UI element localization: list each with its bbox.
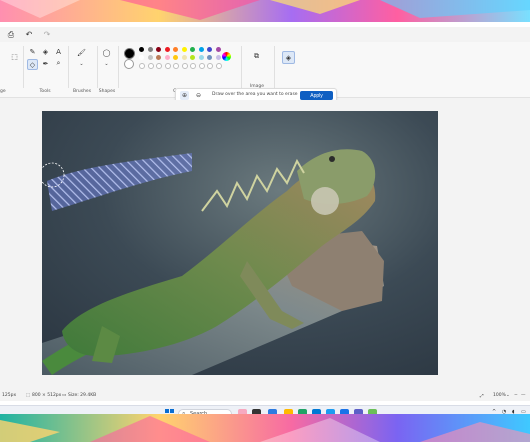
fill-icon[interactable]: ◈ <box>41 47 50 56</box>
pencil-icon[interactable]: ✎ <box>28 47 37 56</box>
apply-button[interactable]: Apply <box>300 91 333 100</box>
color-swatch[interactable] <box>215 63 222 69</box>
color-swatch[interactable] <box>190 55 195 60</box>
cursor-position: 125px <box>2 393 17 398</box>
layers-icon[interactable]: ◈ <box>282 51 295 64</box>
color-swatch[interactable] <box>215 47 221 52</box>
select-icon[interactable]: ⬚ <box>10 52 19 61</box>
status-bar: 125px ⬚ 800 × 512px ▭ Size: 29.4KB ⤢ 100… <box>0 390 530 401</box>
image-dimensions: 800 × 512px <box>32 393 62 398</box>
erase-add-icon[interactable]: ⊕ <box>180 91 189 100</box>
brush-icon[interactable]: 🖌 <box>77 48 86 57</box>
ribbon-group-brushes-label: Brushes <box>72 89 92 94</box>
ribbon-group-image-creator: ⧉ Image Creator <box>242 44 272 94</box>
color-swatch[interactable] <box>207 47 212 52</box>
paint-window: ⎙ ↶ ↷ ⬚ ge ✎ ◈ A ◇ ✒ ⌕ Tools 🖌 ⌄ Brushes <box>0 27 530 401</box>
zoom-out-icon[interactable]: − <box>514 393 518 398</box>
chevron-down-icon[interactable]: ⌄ <box>102 59 111 68</box>
color-swatch[interactable] <box>156 55 161 60</box>
ribbon-group-brushes: 🖌 ⌄ Brushes <box>69 44 95 95</box>
color-swatch[interactable] <box>173 47 178 52</box>
shapes-icon[interactable]: ◯ <box>102 48 111 57</box>
desktop-wallpaper-bottom <box>0 414 530 442</box>
color-swatch[interactable] <box>147 55 153 60</box>
canvas-area[interactable] <box>0 100 530 390</box>
color-swatch[interactable] <box>207 63 213 69</box>
zoom-slider[interactable]: — <box>521 393 526 398</box>
color-swatch[interactable] <box>164 55 170 60</box>
file-size: Size: 29.4KB <box>68 393 97 398</box>
ribbon-group-tools: ✎ ◈ A ◇ ✒ ⌕ Tools <box>24 44 66 94</box>
color-swatch[interactable] <box>164 63 171 69</box>
ribbon-group-shapes-label: Shapes <box>98 89 116 94</box>
wallpaper-art <box>0 416 530 442</box>
title-bar: ⎙ ↶ ↷ <box>0 27 530 42</box>
magnifier-icon[interactable]: ⌕ <box>54 59 63 68</box>
selection-icon: ⬚ <box>26 393 31 398</box>
ribbon-group-layers: ◈ Layers <box>276 44 300 94</box>
save-icon[interactable]: ⎙ <box>4 28 18 42</box>
color-swatch[interactable] <box>181 63 188 69</box>
erase-subtract-icon[interactable]: ⊖ <box>194 91 203 100</box>
fit-icon[interactable]: ⤢ <box>480 393 484 399</box>
chevron-down-icon[interactable]: ⌄ <box>506 393 510 398</box>
color-swatch[interactable] <box>156 63 162 69</box>
color-swatch[interactable] <box>198 63 205 69</box>
color-swatch[interactable] <box>198 55 204 60</box>
ribbon-group-shapes: ◯ ⌄ Shapes <box>98 44 116 95</box>
color-swatch[interactable] <box>164 47 170 52</box>
ribbon-group-color: Color <box>119 44 239 94</box>
color-picker-icon[interactable]: ✒ <box>41 59 50 68</box>
ribbon-group-image: ⬚ ge <box>0 44 22 95</box>
file-icon: ▭ <box>62 393 67 398</box>
ribbon-group-tools-label: Tools <box>39 89 51 94</box>
color-swatch[interactable] <box>147 63 154 69</box>
color-swatch[interactable] <box>139 63 145 69</box>
wallpaper-art <box>0 0 530 20</box>
image-creator-icon[interactable]: ⧉ <box>252 52 261 61</box>
color-swatch[interactable] <box>156 47 161 52</box>
edit-colors-icon[interactable] <box>222 52 231 61</box>
color-swatch[interactable] <box>173 63 179 69</box>
text-icon[interactable]: A <box>54 47 63 56</box>
color-swatch[interactable] <box>181 47 187 52</box>
color-swatch[interactable] <box>147 47 153 52</box>
color-swatch[interactable] <box>190 63 196 69</box>
chevron-down-icon[interactable]: ⌄ <box>77 59 86 68</box>
desktop-wallpaper-top <box>0 0 530 22</box>
secondary-color[interactable] <box>124 59 134 69</box>
canvas-image[interactable] <box>42 111 438 375</box>
redo-icon[interactable]: ↷ <box>40 28 54 42</box>
color-swatch[interactable] <box>207 55 212 60</box>
undo-icon[interactable]: ↶ <box>22 28 36 42</box>
color-swatch[interactable] <box>139 47 144 52</box>
color-swatch[interactable] <box>181 55 187 60</box>
zoom-level[interactable]: 100% <box>493 393 506 398</box>
iguana-photo <box>42 111 438 375</box>
color-swatch[interactable] <box>190 47 195 52</box>
ribbon-group-image-label: ge <box>0 89 6 94</box>
erase-hint-text: Draw over the area you want to erase <box>212 92 298 97</box>
primary-color[interactable] <box>124 48 135 59</box>
color-swatch[interactable] <box>139 55 144 60</box>
color-swatch[interactable] <box>198 47 204 52</box>
color-swatch[interactable] <box>215 55 221 60</box>
eraser-icon[interactable]: ◇ <box>27 59 38 70</box>
color-swatch[interactable] <box>173 55 178 60</box>
